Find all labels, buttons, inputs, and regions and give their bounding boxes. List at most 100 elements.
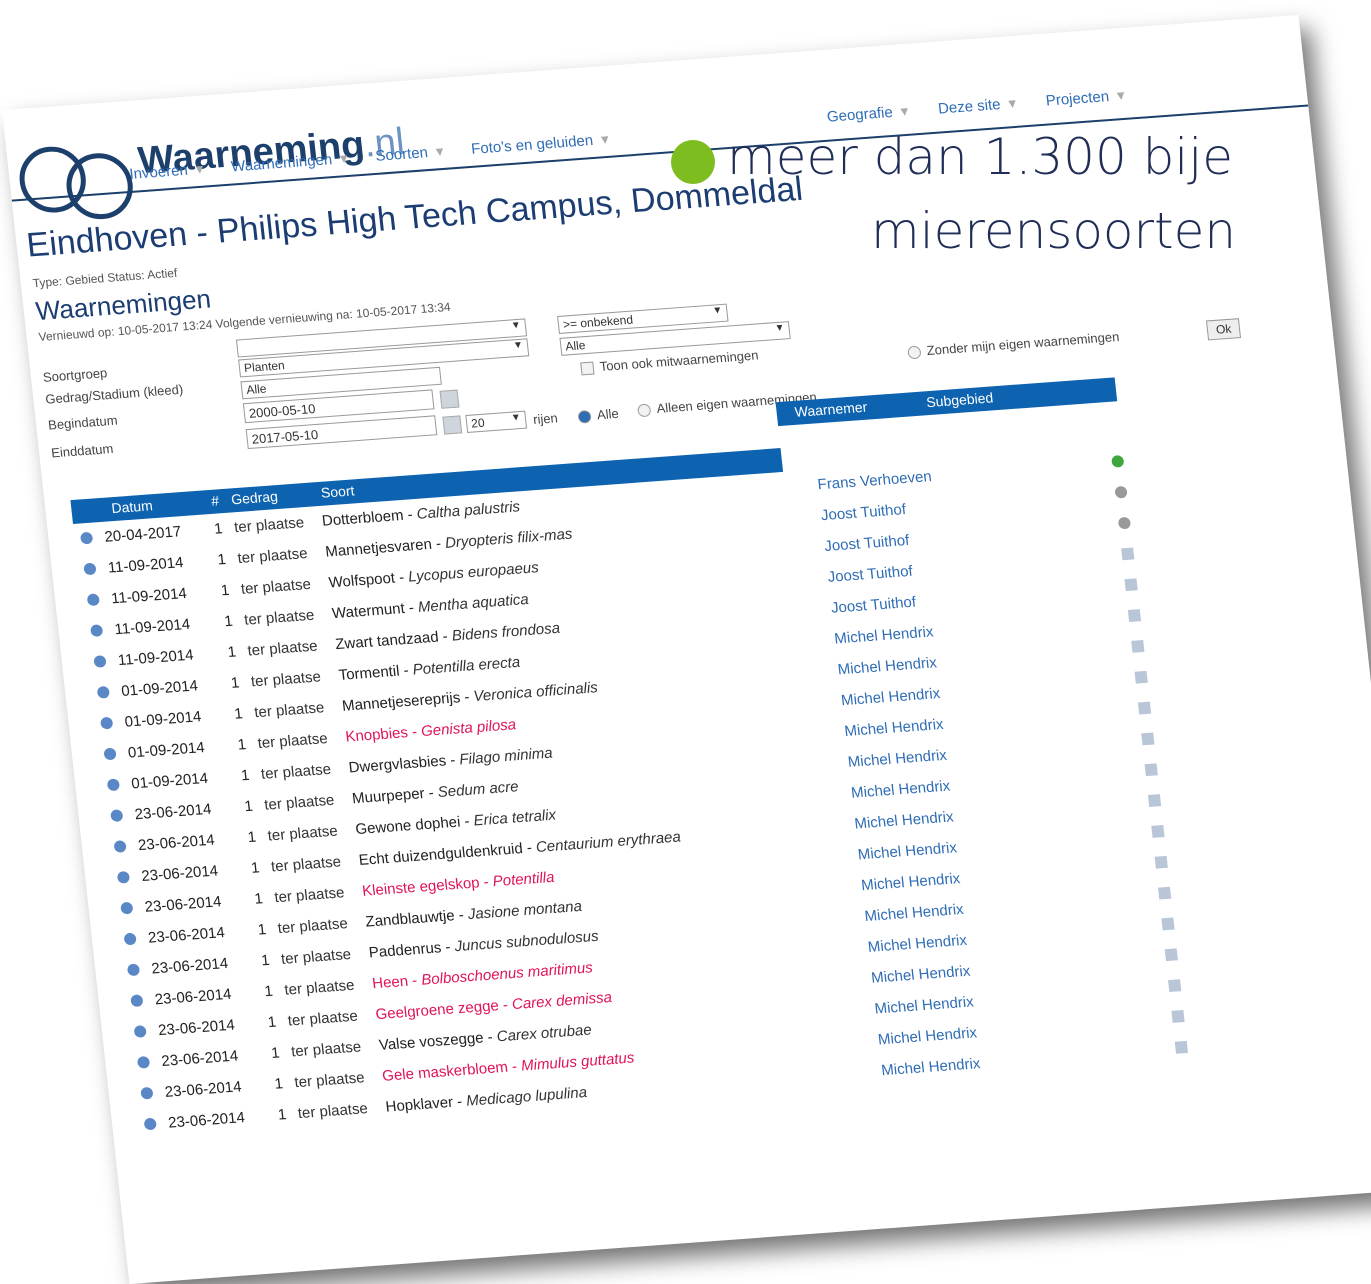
row-count: 1 [246,828,258,847]
row-gedrag: ter plaatse [293,1069,366,1092]
status-icon[interactable] [1174,1040,1189,1054]
row-count: 1 [277,1106,288,1124]
info-icon[interactable] [130,994,144,1008]
status-icon[interactable] [1144,763,1158,777]
row-gedrag: ter plaatse [236,545,309,568]
chevron-down-icon: ▾ [1116,86,1126,105]
label-soortgroep: Soortgroep [42,365,108,385]
caption-line-2: mierensoorten [871,202,1237,260]
info-icon[interactable] [93,655,107,668]
col-hash[interactable]: # [210,492,220,508]
col-waarnemer[interactable]: Waarnemer [794,399,868,420]
status-icon[interactable] [1134,670,1148,684]
status-icon[interactable] [1117,516,1132,530]
status-icon[interactable] [1154,855,1168,869]
status-icon[interactable] [1121,547,1135,561]
row-count: 1 [243,797,254,816]
radio-button[interactable] [907,345,922,360]
status-icon[interactable] [1168,979,1182,993]
main-menu-right: Geografie ▾ Deze site ▾ Projecten ▾ [826,86,1126,126]
row-gedrag: ter plaatse [273,884,346,907]
info-icon[interactable] [110,809,124,823]
status-icon[interactable] [1171,1010,1185,1023]
row-count: 1 [270,1044,281,1062]
row-gedrag: ter plaatse [250,668,322,691]
col-soort[interactable]: Soort [320,482,355,500]
ok-button[interactable]: Ok [1205,318,1242,341]
row-count: 1 [273,1075,284,1093]
col-gedrag[interactable]: Gedrag [230,488,278,507]
caption-overlay: meer dan 1.300 bije mierensoorten [671,128,1371,310]
row-count: 1 [233,705,244,723]
rows-select[interactable]: 20 ▼ [465,410,528,433]
row-count: 1 [216,550,227,569]
info-icon[interactable] [126,963,141,977]
menu-geografie[interactable]: Geografie ▾ [826,102,909,126]
label-einddatum: Einddatum [50,440,115,461]
status-icon[interactable] [1157,886,1172,900]
info-icon[interactable] [123,932,137,946]
row-gedrag: ter plaatse [296,1100,369,1123]
row-date[interactable]: 23-06-2014 [167,1102,247,1138]
chevron-down-icon: ▾ [434,142,445,161]
checkbox[interactable] [580,361,595,376]
info-icon[interactable] [86,593,100,607]
status-icon[interactable] [1164,948,1178,962]
status-icon[interactable] [1111,454,1125,468]
info-icon[interactable] [116,870,131,884]
row-gedrag: ter plaatse [290,1038,362,1061]
col-datum[interactable]: Datum [111,497,154,516]
status-icon[interactable] [1151,825,1165,838]
info-icon[interactable] [96,685,110,699]
calendar-icon[interactable] [442,415,463,435]
row-count: 1 [263,982,274,1001]
info-icon[interactable] [136,1055,151,1069]
col-subgebied[interactable]: Subgebied [925,389,994,410]
row-count: 1 [213,520,224,538]
row-count: 1 [256,921,268,939]
row-gedrag: ter plaatse [266,822,339,845]
status-icon[interactable] [1124,578,1138,592]
info-icon[interactable] [103,747,117,761]
status-icon[interactable] [1141,732,1155,746]
row-count: 1 [250,859,261,877]
row-count: 1 [230,674,241,692]
row-gedrag: ter plaatse [280,945,352,968]
row-gedrag: ter plaatse [286,1007,359,1030]
label-gedrag: Gedrag/Stadium (kleed) [44,381,184,407]
row-gedrag: ter plaatse [283,976,356,999]
status-icon[interactable] [1137,701,1152,715]
menu-projecten[interactable]: Projecten ▾ [1045,86,1126,110]
calendar-icon[interactable] [439,389,460,409]
alle-option[interactable]: Alle [577,406,619,424]
info-icon[interactable] [100,716,114,730]
radio-button[interactable] [577,409,592,424]
info-icon[interactable] [90,624,104,638]
row-gedrag: ter plaatse [240,575,312,598]
info-icon[interactable] [83,562,97,576]
row-gedrag: ter plaatse [270,853,342,876]
info-icon[interactable] [106,778,121,792]
status-icon[interactable] [1127,609,1142,622]
info-icon[interactable] [120,901,134,915]
table-header-right: Waarnemer Subgebied [775,377,1118,427]
row-gedrag: ter plaatse [276,915,349,938]
info-icon[interactable] [140,1086,154,1100]
menu-deze-site[interactable]: Deze site ▾ [937,94,1017,118]
status-icon[interactable] [1131,639,1145,653]
info-icon[interactable] [133,1025,147,1038]
status-icon[interactable] [1147,794,1162,807]
status-icon[interactable] [1114,485,1128,499]
chevron-down-icon: ▼ [510,412,522,424]
row-observer[interactable]: Michel Hendrix [880,1048,982,1086]
info-icon[interactable] [143,1117,157,1131]
zonder-eigen-option[interactable]: Zonder mijn eigen waarnemingen [907,329,1120,360]
row-count: 1 [260,951,271,970]
caption-line-1: meer dan 1.300 bije [727,128,1233,186]
radio-button[interactable] [637,403,652,418]
info-icon[interactable] [113,840,127,853]
chevron-down-icon: ▾ [1007,94,1017,113]
chevron-down-icon: ▾ [194,160,205,179]
status-icon[interactable] [1161,917,1175,931]
info-icon[interactable] [79,531,94,545]
